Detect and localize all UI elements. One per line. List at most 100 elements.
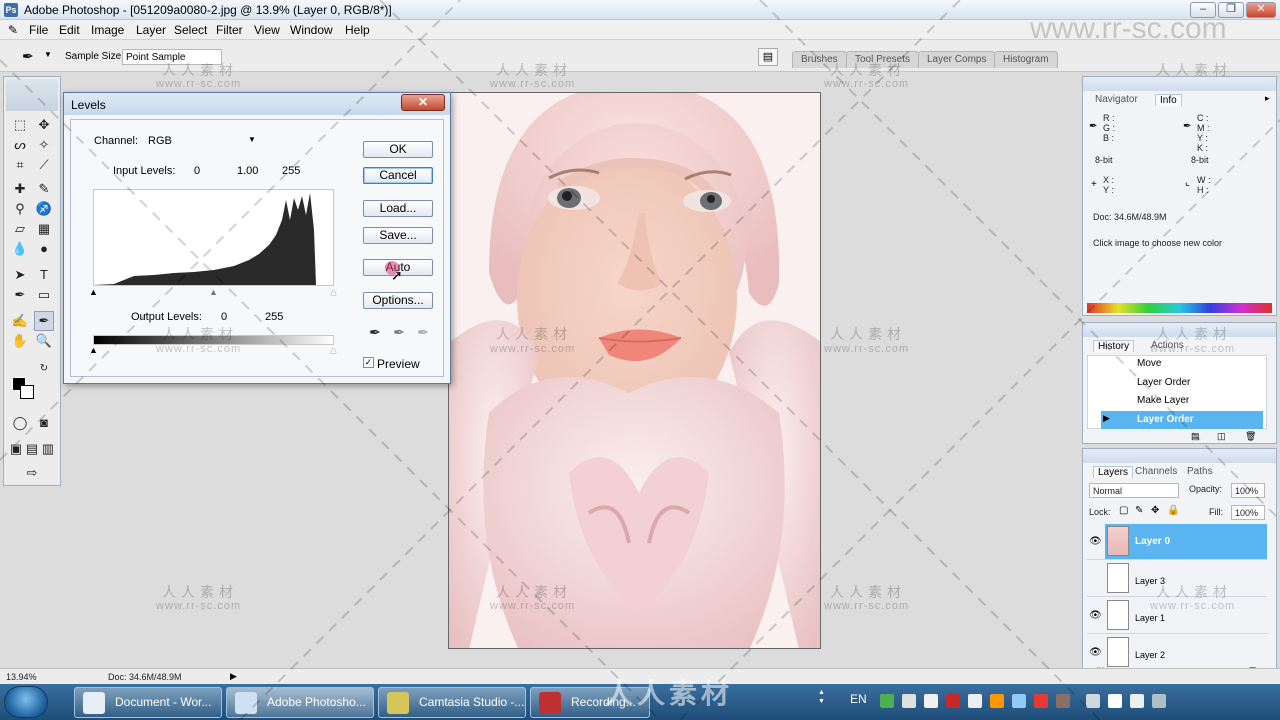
file-browser-icon[interactable]: ▤ [758,48,778,66]
sample-size-select[interactable]: Point Sample [122,49,222,65]
tray-speaker-icon[interactable] [1152,694,1166,708]
input-white-slider-handle[interactable]: ▲ [329,287,338,297]
blend-mode-select[interactable]: Normal [1089,483,1179,498]
eye-visible-icon[interactable]: 👁 [1089,610,1102,622]
palette-tab-tool-presets[interactable]: Tool Presets [846,51,920,68]
healing-brush-tool-icon[interactable]: ✚ [10,179,30,199]
lock-image-icon[interactable]: ✎ [1135,505,1143,516]
task-recording[interactable]: Recording... [530,687,650,718]
photoshop-menu-icon[interactable]: ✎ [8,23,22,37]
standard-screen-mode-icon[interactable]: ▣ [8,439,24,459]
pen-tool-icon[interactable]: ✒ [10,285,30,305]
levels-title-bar[interactable]: Levels [64,93,450,115]
history-item-make-layer[interactable]: Make Layer [1113,392,1280,410]
palette-tab-layer-comps[interactable]: Layer Comps [918,51,996,68]
task-camtasia[interactable]: Camtasia Studio -... [378,687,526,718]
tray-windows-flag-icon[interactable] [924,694,938,708]
output-black-field[interactable]: 0 [221,311,227,323]
output-white-field[interactable]: 255 [265,311,283,323]
tray-flag-icon[interactable] [1108,694,1122,708]
document-canvas[interactable] [448,92,821,649]
tray-monitor-icon[interactable] [1086,694,1100,708]
save-button[interactable]: Save... [363,227,433,244]
full-screen-mode-icon[interactable]: ▥ [40,439,56,459]
dodge-tool-icon[interactable]: ● [34,239,54,259]
lock-position-icon[interactable]: ✥ [1151,505,1159,516]
palette-tab-brushes[interactable]: Brushes [792,51,847,68]
jump-to-imageready-icon[interactable]: ⇨ [18,463,46,483]
eraser-tool-icon[interactable]: ▱ [10,219,30,239]
fill-field[interactable]: 100% [1231,505,1265,520]
history-brush-tool-icon[interactable]: ♐ [34,199,54,219]
levels-close-button[interactable]: ✕ [401,94,445,111]
path-selection-tool-icon[interactable]: ➤ [10,265,30,285]
quick-mask-mode-icon[interactable]: ◙ [34,413,54,433]
task-photoshop[interactable]: Adobe Photosho... [226,687,374,718]
lock-transparency-icon[interactable]: ▢ [1119,505,1128,516]
tray-check-icon[interactable] [880,694,894,708]
menu-view[interactable]: View [254,23,280,37]
type-tool-icon[interactable]: T [34,265,54,285]
tab-navigator[interactable]: Navigator [1095,94,1138,105]
palette-tab-histogram[interactable]: Histogram [994,51,1058,68]
layer-row-layer-2[interactable]: 👁 Layer 2 [1087,634,1267,671]
ok-button[interactable]: OK [363,141,433,158]
slice-tool-icon[interactable]: ⟋ [34,155,54,175]
full-screen-menu-mode-icon[interactable]: ▤ [24,439,40,459]
cancel-button[interactable]: Cancel [363,167,433,184]
black-eyedropper-icon[interactable]: ✒ [367,324,383,340]
tool-preset-chevron-icon[interactable]: ▼ [44,50,52,59]
magic-wand-tool-icon[interactable]: ✧ [34,135,54,155]
tray-red-app-icon[interactable] [946,694,960,708]
shape-tool-icon[interactable]: ▭ [34,285,54,305]
gradient-tool-icon[interactable]: ▦ [34,219,54,239]
close-button[interactable]: ✕ [1246,2,1276,18]
layer-row-layer-3[interactable]: Layer 3 [1087,560,1267,597]
tray-archive-icon[interactable] [1056,694,1070,708]
background-color-swatch[interactable] [20,385,34,399]
menu-file[interactable]: File [29,23,48,37]
gray-eyedropper-icon[interactable]: ✒ [391,324,407,340]
start-button[interactable] [4,686,48,718]
tab-channels[interactable]: Channels [1135,466,1177,477]
menu-window[interactable]: Window [290,23,333,37]
options-button[interactable]: Options... [363,292,433,309]
layer-row-layer-0[interactable]: 👁 Layer 0 [1087,523,1267,560]
status-menu-arrow-icon[interactable]: ▶ [230,671,237,682]
move-tool-icon[interactable]: ✥ [34,115,54,135]
clone-stamp-tool-icon[interactable]: ⚲ [10,199,30,219]
input-black-field[interactable]: 0 [194,165,200,177]
menu-select[interactable]: Select [174,23,207,37]
input-black-slider-handle[interactable]: ▲ [89,287,98,297]
tab-history[interactable]: History [1093,340,1135,352]
eye-visible-icon[interactable]: 👁 [1089,647,1102,659]
tray-window-icon[interactable] [902,694,916,708]
lock-all-icon[interactable]: 🔒 [1167,505,1179,516]
white-eyedropper-icon[interactable]: ✒ [415,324,431,340]
tray-doc-icon[interactable] [968,694,982,708]
history-item-layer-order[interactable]: Layer Order [1113,374,1280,392]
channel-select[interactable]: RGB [148,133,258,149]
hand-tool-icon[interactable]: ✋ [10,331,30,351]
swap-colors-icon[interactable]: ↻ [34,359,54,379]
standard-mode-icon[interactable]: ◯ [10,413,30,433]
output-white-slider-handle[interactable]: ▲ [329,345,338,355]
brush-tool-icon[interactable]: ✎ [34,179,54,199]
history-item-layer-order-selected[interactable]: Layer Order [1101,411,1263,429]
zoom-level[interactable]: 13.94% [6,672,37,682]
minimize-button[interactable]: – [1190,2,1216,18]
input-white-field[interactable]: 255 [282,165,300,177]
tray-clipboard-icon[interactable] [1130,694,1144,708]
menu-edit[interactable]: Edit [59,23,80,37]
history-item-move[interactable]: Move [1113,356,1280,374]
task-word[interactable]: Document - Wor... [74,687,222,718]
maximize-button[interactable]: ❐ [1218,2,1244,18]
layers-panel-header[interactable] [1083,449,1276,463]
panel-menu-icon[interactable]: ▸ [1265,93,1270,104]
tab-paths[interactable]: Paths [1187,466,1213,477]
menu-filter[interactable]: Filter [216,23,243,37]
taskbar-scroll-arrows-icon[interactable]: ▲ ▼ [818,688,826,716]
marquee-tool-icon[interactable]: ⬚ [10,115,30,135]
input-gamma-slider-handle[interactable]: ▲ [209,287,218,297]
eyedropper-tool-icon[interactable]: ✒ [22,48,34,65]
